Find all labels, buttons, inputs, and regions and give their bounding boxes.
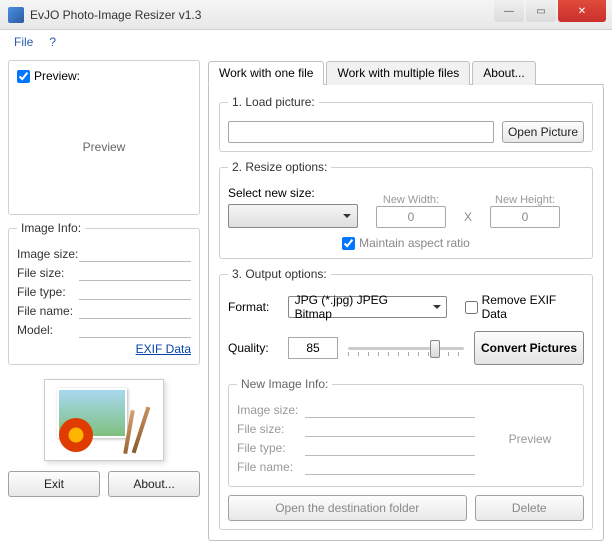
new-label-file-name: File name: xyxy=(237,460,305,474)
field-file-size xyxy=(79,265,191,281)
label-model: Model: xyxy=(17,323,79,337)
title-bar: EvJO Photo-Image Resizer v1.3 — ▭ ✕ xyxy=(0,0,612,30)
image-info-legend: Image Info: xyxy=(17,221,85,235)
convert-label: Convert Pictures xyxy=(481,341,577,355)
new-field-image-size xyxy=(305,402,475,418)
label-file-name: File name: xyxy=(17,304,79,318)
menu-file[interactable]: File xyxy=(8,33,39,51)
new-width-input[interactable] xyxy=(376,206,446,228)
new-label-file-size: File size: xyxy=(237,422,305,436)
resize-options-group: 2. Resize options: Select new size: New … xyxy=(219,160,593,259)
right-panel: Work with one file Work with multiple fi… xyxy=(208,60,604,497)
open-destination-button[interactable]: Open the destination folder xyxy=(228,495,467,521)
quality-slider[interactable] xyxy=(348,338,464,358)
image-info-groupbox: Image Info: Image size: File size: File … xyxy=(8,221,200,365)
menu-bar: File ? xyxy=(0,30,612,54)
load-picture-group: 1. Load picture: Open Picture xyxy=(219,95,593,152)
convert-pictures-button[interactable]: Convert Pictures xyxy=(474,331,584,365)
select-size-label: Select new size: xyxy=(228,186,358,200)
menu-help[interactable]: ? xyxy=(43,33,62,51)
preview-area: Preview xyxy=(17,87,191,206)
new-field-file-size xyxy=(305,421,475,437)
new-label-file-type: File type: xyxy=(237,441,305,455)
new-width-label: New Width: xyxy=(376,194,446,206)
content: Preview: Preview Image Info: Image size:… xyxy=(0,54,612,505)
open-picture-button[interactable]: Open Picture xyxy=(502,121,584,143)
remove-exif-label: Remove EXIF Data xyxy=(482,293,584,321)
new-preview-area: Preview xyxy=(485,399,575,478)
label-file-type: File type: xyxy=(17,285,79,299)
left-bottom-buttons: Exit About... xyxy=(8,471,200,497)
left-panel: Preview: Preview Image Info: Image size:… xyxy=(8,60,200,497)
new-image-info-legend: New Image Info: xyxy=(237,377,332,391)
preview-groupbox: Preview: Preview xyxy=(8,60,200,215)
about-button[interactable]: About... xyxy=(108,471,200,497)
format-label: Format: xyxy=(228,300,278,314)
decorative-photo-icon xyxy=(44,379,164,461)
new-field-file-name xyxy=(305,459,475,475)
preview-check-label: Preview: xyxy=(34,69,80,83)
format-value: JPG (*.jpg) JPEG Bitmap xyxy=(295,293,428,321)
new-image-info-group: New Image Info: Image size: File size: F… xyxy=(228,377,584,487)
tab-about[interactable]: About... xyxy=(472,61,535,85)
tab-multiple-files[interactable]: Work with multiple files xyxy=(326,61,470,85)
maintain-aspect-label: Maintain aspect ratio xyxy=(359,236,470,250)
tab-content: 1. Load picture: Open Picture 2. Resize … xyxy=(208,85,604,541)
size-select[interactable] xyxy=(228,204,358,228)
new-height-input[interactable] xyxy=(490,206,560,228)
exif-data-link[interactable]: EXIF Data xyxy=(17,342,191,356)
field-model xyxy=(79,322,191,338)
window-controls: — ▭ ✕ xyxy=(494,0,612,22)
field-image-size xyxy=(79,246,191,262)
new-field-file-type xyxy=(305,440,475,456)
x-separator: X xyxy=(464,210,472,228)
new-height-label: New Height: xyxy=(490,194,560,206)
close-button[interactable]: ✕ xyxy=(558,0,606,22)
format-select[interactable]: JPG (*.jpg) JPEG Bitmap xyxy=(288,296,447,318)
output-options-group: 3. Output options: Format: JPG (*.jpg) J… xyxy=(219,267,593,530)
preview-checkbox[interactable] xyxy=(17,70,30,83)
tab-bar: Work with one file Work with multiple fi… xyxy=(208,60,604,85)
minimize-button[interactable]: — xyxy=(494,0,524,22)
delete-button[interactable]: Delete xyxy=(475,495,585,521)
quality-label: Quality: xyxy=(228,341,278,355)
quality-input[interactable] xyxy=(288,337,338,359)
field-file-name xyxy=(79,303,191,319)
app-icon xyxy=(8,7,24,23)
remove-exif-checkbox[interactable] xyxy=(465,301,478,314)
label-file-size: File size: xyxy=(17,266,79,280)
field-file-type xyxy=(79,284,191,300)
output-options-title: 3. Output options: xyxy=(228,267,331,281)
tab-one-file[interactable]: Work with one file xyxy=(208,61,324,85)
label-image-size: Image size: xyxy=(17,247,79,261)
window-title: EvJO Photo-Image Resizer v1.3 xyxy=(30,8,201,22)
new-label-image-size: Image size: xyxy=(237,403,305,417)
maximize-button[interactable]: ▭ xyxy=(526,0,556,22)
picture-path-input[interactable] xyxy=(228,121,494,143)
resize-options-title: 2. Resize options: xyxy=(228,160,331,174)
exit-button[interactable]: Exit xyxy=(8,471,100,497)
preview-check-row: Preview: xyxy=(17,69,191,83)
maintain-aspect-checkbox[interactable] xyxy=(342,237,355,250)
load-picture-title: 1. Load picture: xyxy=(228,95,319,109)
